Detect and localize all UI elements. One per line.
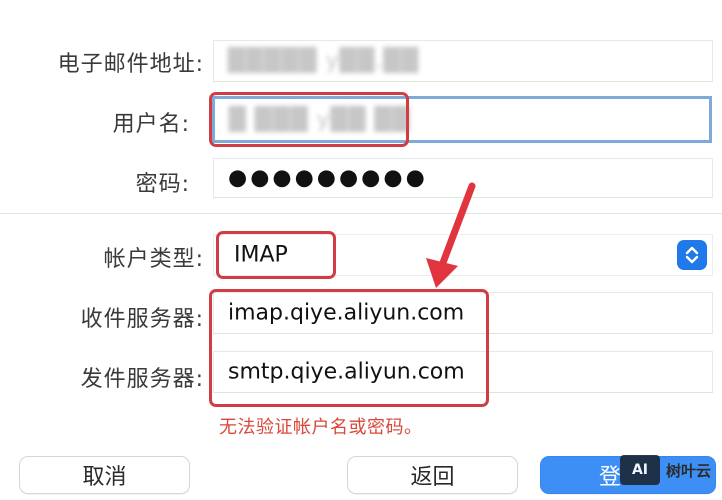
username-label: 用户名: — [112, 112, 190, 137]
outgoing-server-field[interactable]: smtp.qiye.aliyun.com — [213, 351, 713, 393]
back-button[interactable]: 返回 — [347, 456, 518, 494]
incoming-server-value: imap.qiye.aliyun.com — [228, 300, 465, 326]
incoming-server-label: 收件服务器: — [80, 307, 204, 332]
username-field[interactable]: █ ███ y██ ██ — [212, 96, 712, 143]
outgoing-server-value: smtp.qiye.aliyun.com — [228, 359, 465, 385]
error-message: 无法验证帐户名或密码。 — [219, 417, 423, 438]
up-down-chevron-icon[interactable] — [677, 240, 707, 270]
password-field-value: ●●●●●●●●● — [228, 165, 428, 191]
outgoing-server-label: 发件服务器: — [80, 367, 204, 392]
red-arrow-annotation — [426, 182, 476, 288]
email-label: 电子邮件地址: — [57, 52, 204, 77]
password-label: 密码: — [135, 172, 190, 197]
sign-in-label: 登 — [599, 465, 622, 490]
watermark: AI 树叶云 — [620, 455, 711, 485]
section-divider — [0, 213, 722, 214]
cancel-button[interactable]: 取消 — [19, 456, 190, 494]
account-type-value: IMAP — [234, 242, 288, 268]
watermark-text: 树叶云 — [666, 461, 712, 480]
email-field-value: █████ y██.██ — [228, 48, 420, 74]
incoming-server-field[interactable]: imap.qiye.aliyun.com — [213, 292, 713, 334]
watermark-logo: AI — [620, 455, 660, 485]
email-field[interactable]: █████ y██.██ — [213, 40, 713, 82]
username-field-value: █ ███ y██ ██ — [229, 107, 411, 132]
account-type-label: 帐户类型: — [103, 247, 204, 272]
